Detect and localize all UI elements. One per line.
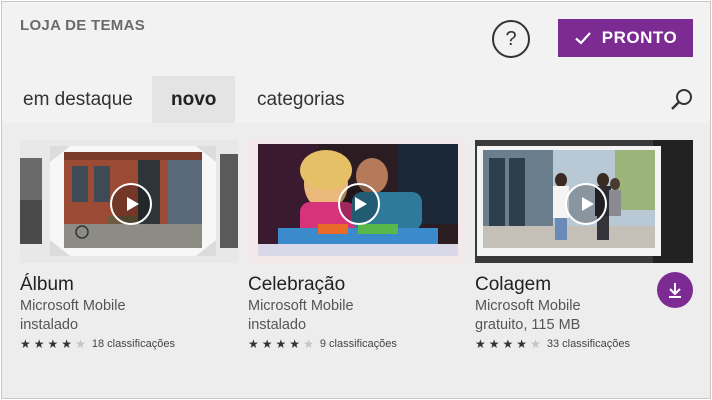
play-button[interactable] (338, 182, 380, 225)
star-filled-icon: ★ (20, 337, 31, 351)
play-button[interactable] (565, 182, 607, 225)
tab-new[interactable]: novo (152, 76, 236, 123)
star-rating: ★ ★ ★ ★ ★ (20, 338, 86, 350)
star-filled-icon: ★ (47, 337, 59, 351)
tab-categories[interactable]: categorias (257, 76, 345, 123)
star-filled-icon: ★ (516, 337, 528, 351)
star-rating: ★ ★ ★ ★ ★ (475, 338, 541, 350)
theme-card-collage[interactable]: Colagem Microsoft Mobile gratuito, 115 M… (475, 140, 693, 350)
star-rating: ★ ★ ★ ★ ★ (248, 338, 314, 350)
page-title: LOJA DE TEMAS (20, 17, 146, 34)
star-empty-icon: ★ (75, 337, 86, 351)
theme-status: gratuito, 115 MB (475, 317, 581, 333)
star-filled-icon: ★ (261, 337, 273, 351)
theme-card-celebration[interactable]: Celebração Microsoft Mobile instalado ★ ★… (248, 140, 466, 350)
rating: ★ ★ ★ ★ ★ 18 classificações (20, 338, 238, 350)
theme-list: Álbum Microsoft Mobile instalado ★ ★ ★ ★ ★ 1… (2, 123, 710, 398)
star-filled-icon: ★ (248, 337, 259, 351)
star-empty-icon: ★ (303, 337, 314, 351)
theme-status: instalado (248, 317, 307, 333)
play-icon (354, 196, 367, 211)
star-filled-icon: ★ (488, 337, 500, 351)
tab-bar: em destaque novo categorias (2, 76, 710, 123)
search-icon[interactable] (670, 87, 694, 111)
download-icon (669, 283, 681, 298)
star-filled-icon: ★ (275, 337, 287, 351)
star-filled-icon: ★ (475, 337, 486, 351)
theme-preview-collage[interactable] (475, 140, 693, 263)
theme-preview-album[interactable] (20, 140, 238, 263)
theme-publisher: Microsoft Mobile (20, 298, 126, 314)
star-filled-icon: ★ (502, 337, 514, 351)
star-filled-icon: ★ (61, 337, 73, 351)
rating: ★ ★ ★ ★ ★ 33 classificações (475, 338, 693, 350)
tab-featured[interactable]: em destaque (23, 76, 133, 123)
done-button-label: PRONTO (601, 28, 678, 47)
rating-count: 33 classificações (546, 338, 630, 350)
download-button[interactable] (657, 272, 693, 308)
theme-status: instalado (20, 317, 79, 333)
star-filled-icon: ★ (33, 337, 45, 351)
theme-preview-celebration[interactable] (248, 140, 466, 263)
rating: ★ ★ ★ ★ ★ 9 classificações (248, 338, 466, 350)
rating-count: 9 classificações (319, 338, 397, 350)
theme-name: Álbum (20, 274, 74, 295)
help-button[interactable]: ? (492, 20, 530, 58)
star-filled-icon: ★ (289, 337, 301, 351)
theme-name: Celebração (248, 274, 346, 295)
play-icon (126, 196, 139, 211)
theme-publisher: Microsoft Mobile (248, 298, 354, 314)
theme-card-album[interactable]: Álbum Microsoft Mobile instalado ★ ★ ★ ★ ★ 1… (20, 140, 238, 350)
checkmark-icon (575, 32, 591, 45)
star-empty-icon: ★ (530, 337, 541, 351)
done-button[interactable]: PRONTO (558, 19, 693, 57)
theme-store-page: LOJA DE TEMAS ? PRONTO em destaque novo … (1, 1, 711, 399)
play-button[interactable] (110, 182, 152, 225)
play-icon (581, 196, 594, 211)
help-label: ? (505, 27, 517, 50)
rating-count: 18 classificações (91, 338, 175, 350)
